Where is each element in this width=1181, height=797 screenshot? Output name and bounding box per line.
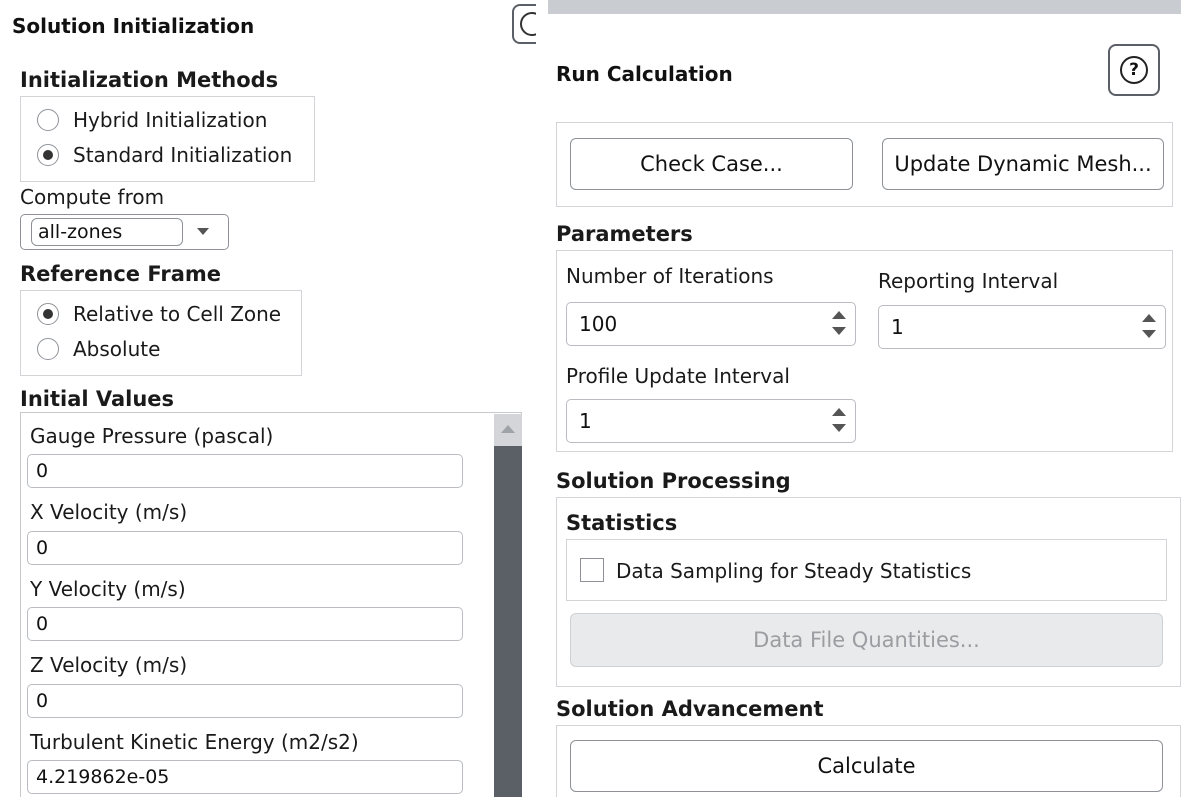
relative-to-cell-zone-label: Relative to Cell Zone	[73, 302, 282, 326]
gauge-pressure-label: Gauge Pressure (pascal)	[30, 424, 274, 448]
calculate-button[interactable]: Calculate	[570, 740, 1163, 792]
solution-initialization-panel: Solution Initialization Initialization M…	[0, 0, 536, 797]
compute-from-value-box: all-zones	[31, 218, 183, 246]
scroll-up-arrow-icon[interactable]	[494, 414, 522, 446]
top-strip	[548, 0, 1181, 14]
data-file-quantities-button[interactable]: Data File Quantities...	[570, 613, 1163, 667]
absolute-label: Absolute	[73, 337, 161, 361]
turbulent-kinetic-energy-label: Turbulent Kinetic Energy (m2/s2)	[30, 730, 359, 754]
statistics-heading: Statistics	[566, 511, 678, 535]
z-velocity-label: Z Velocity (m/s)	[30, 653, 188, 677]
solution-processing-heading: Solution Processing	[556, 469, 791, 493]
spinner-arrows-icon[interactable]	[831, 406, 847, 436]
help-button[interactable]: ?	[1108, 44, 1160, 96]
solution-advancement-heading: Solution Advancement	[556, 697, 824, 721]
z-velocity-input[interactable]: 0	[27, 684, 463, 718]
compute-from-value: all-zones	[38, 221, 123, 243]
reporting-interval-spinner[interactable]: 1	[878, 305, 1166, 349]
reporting-interval-label: Reporting Interval	[878, 269, 1059, 293]
spinner-arrows-icon[interactable]	[1141, 312, 1157, 342]
compute-from-dropdown[interactable]: all-zones	[20, 214, 229, 250]
question-icon: ?	[1120, 56, 1148, 84]
chevron-down-icon	[197, 228, 209, 235]
relative-to-cell-zone-radio[interactable]	[37, 303, 59, 325]
run-calculation-panel: Run Calculation ? Check Case... Update D…	[548, 14, 1181, 797]
profile-update-interval-label: Profile Update Interval	[566, 364, 790, 388]
gauge-pressure-input[interactable]: 0	[27, 454, 463, 488]
initial-values-heading: Initial Values	[20, 387, 175, 411]
standard-initialization-radio[interactable]	[37, 144, 59, 166]
parameters-heading: Parameters	[556, 222, 693, 246]
check-case-button[interactable]: Check Case...	[570, 138, 853, 190]
turbulent-kinetic-energy-input[interactable]: 4.219862e-05	[27, 760, 463, 794]
profile-update-interval-spinner[interactable]: 1	[566, 399, 856, 443]
absolute-radio[interactable]	[37, 338, 59, 360]
panel-divider	[536, 0, 548, 797]
run-calculation-title: Run Calculation	[556, 62, 733, 86]
initialization-methods-group: Hybrid Initialization Standard Initializ…	[20, 96, 315, 182]
data-sampling-checkbox[interactable]	[580, 558, 604, 582]
initial-values-scrollbar[interactable]	[494, 414, 522, 797]
y-velocity-input[interactable]: 0	[27, 607, 463, 641]
spinner-arrows-icon[interactable]	[831, 309, 847, 339]
reporting-interval-value: 1	[891, 315, 904, 339]
hybrid-initialization-radio[interactable]	[37, 109, 59, 131]
panel-title: Solution Initialization	[12, 14, 255, 38]
number-of-iterations-label: Number of Iterations	[566, 264, 774, 288]
x-velocity-label: X Velocity (m/s)	[30, 500, 188, 524]
profile-update-interval-value: 1	[579, 409, 592, 433]
number-of-iterations-spinner[interactable]: 100	[566, 302, 856, 346]
initialization-methods-heading: Initialization Methods	[20, 68, 279, 92]
reference-frame-heading: Reference Frame	[20, 262, 221, 286]
number-of-iterations-value: 100	[579, 312, 618, 336]
help-icon[interactable]	[512, 4, 536, 44]
data-sampling-label: Data Sampling for Steady Statistics	[616, 559, 972, 583]
x-velocity-input[interactable]: 0	[27, 531, 463, 565]
update-dynamic-mesh-button[interactable]: Update Dynamic Mesh...	[882, 138, 1164, 190]
hybrid-initialization-label: Hybrid Initialization	[73, 108, 268, 132]
standard-initialization-label: Standard Initialization	[73, 143, 293, 167]
y-velocity-label: Y Velocity (m/s)	[30, 577, 186, 601]
compute-from-label: Compute from	[20, 185, 165, 209]
reference-frame-group: Relative to Cell Zone Absolute	[20, 290, 302, 376]
